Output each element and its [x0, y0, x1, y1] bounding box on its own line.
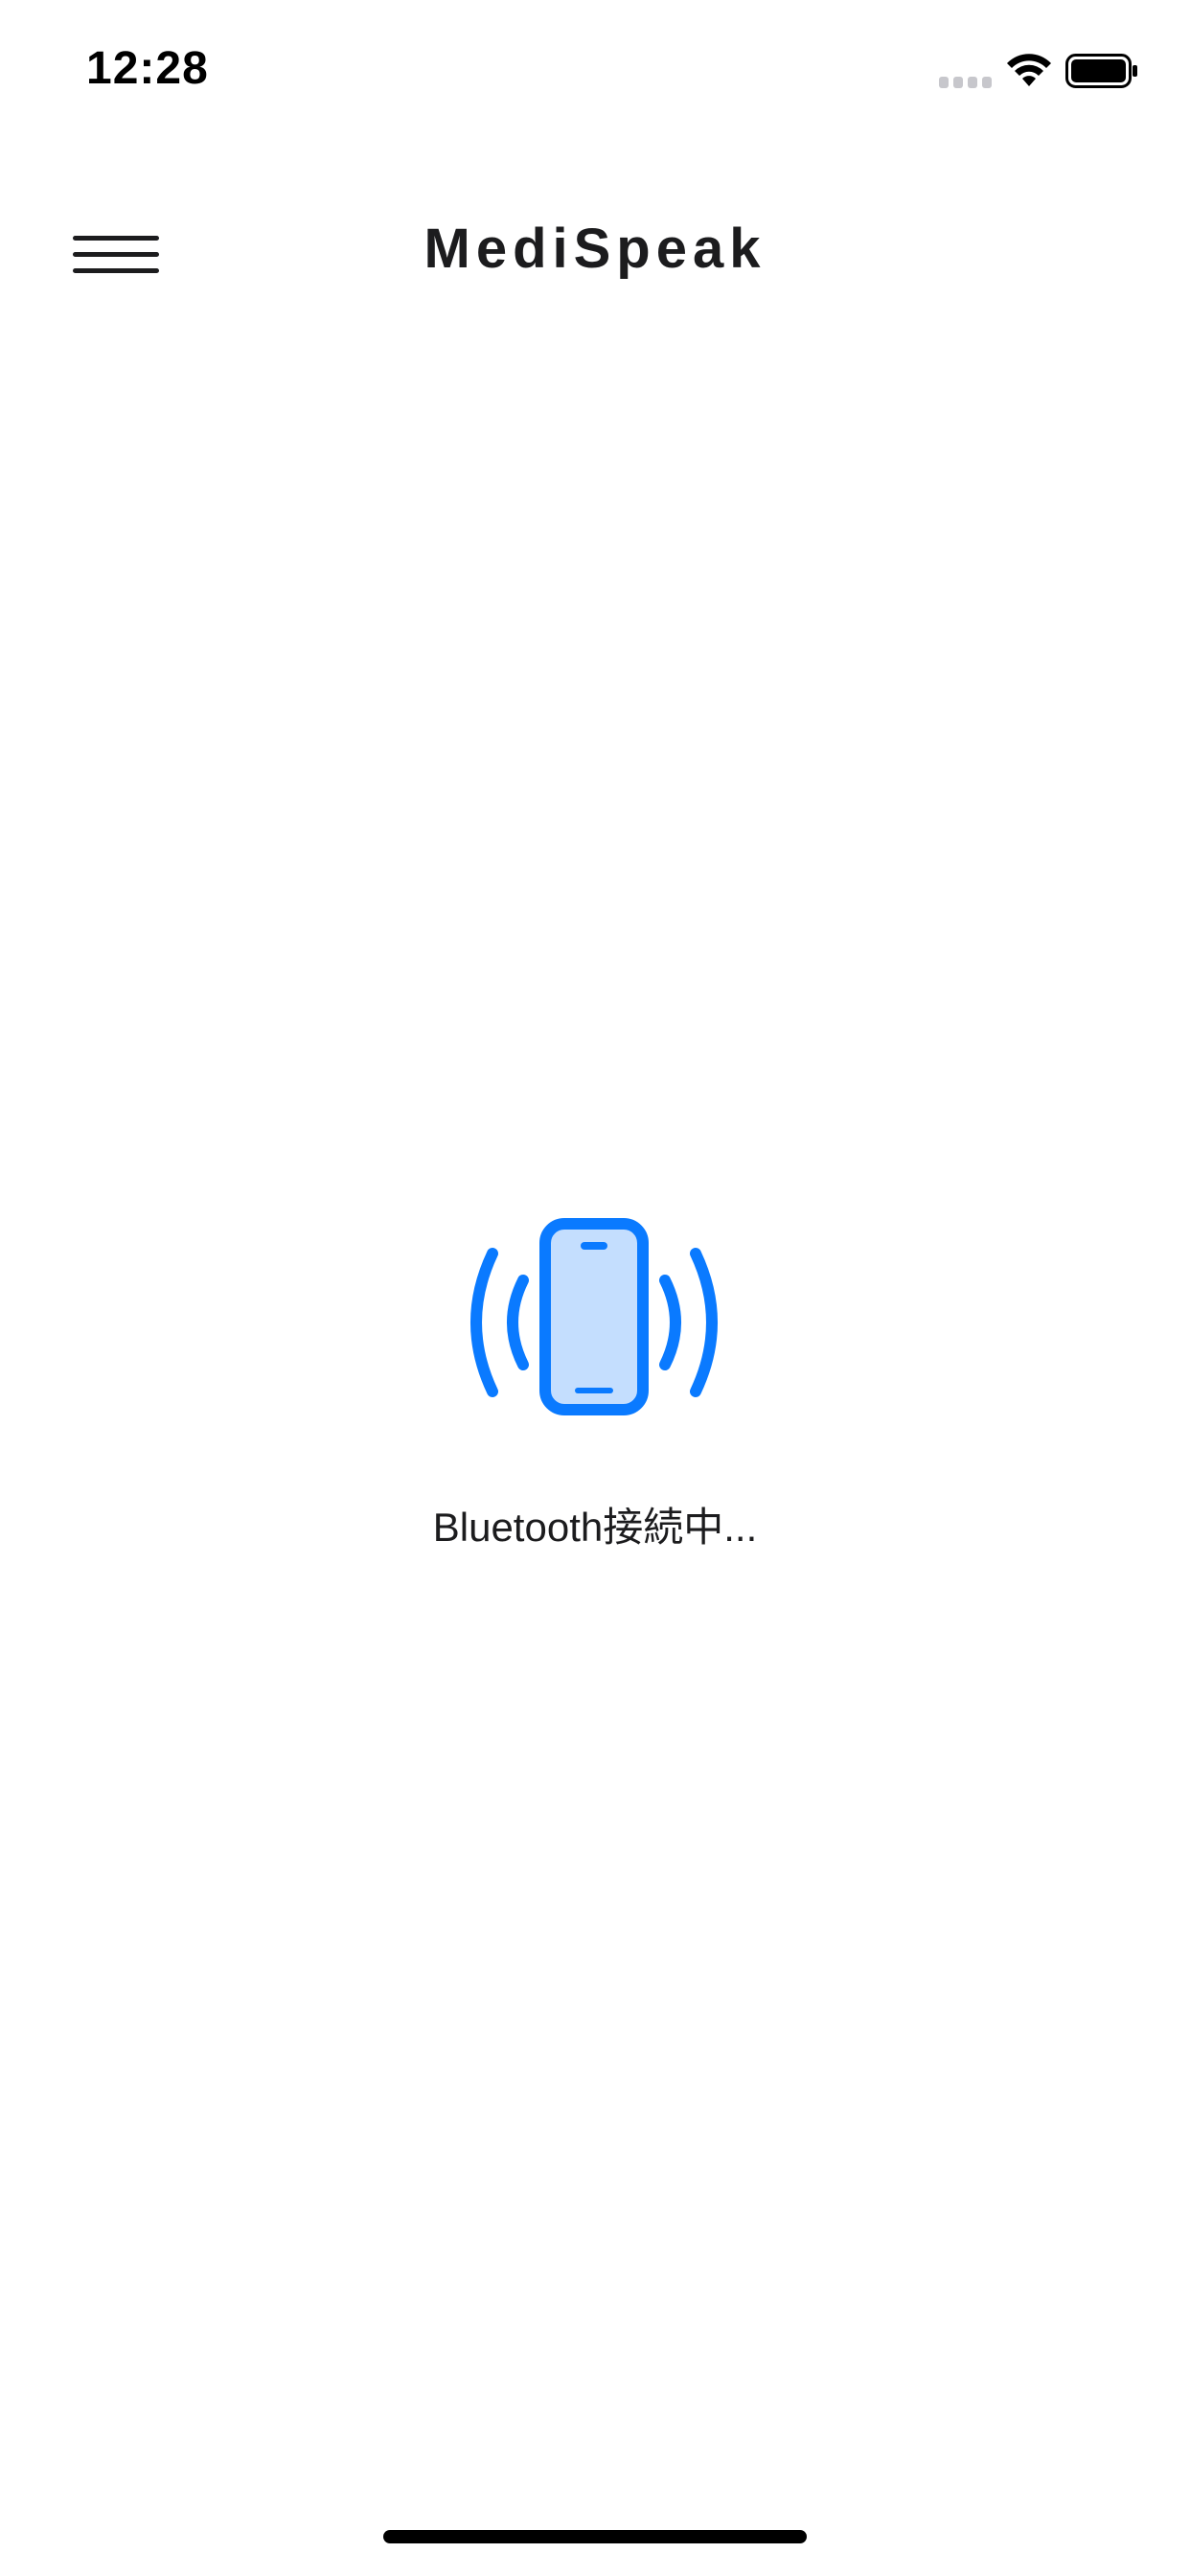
wifi-icon	[1007, 54, 1051, 86]
status-time: 12:28	[86, 43, 209, 94]
phone-vibrate-icon	[470, 1218, 718, 1415]
bluetooth-connecting-panel: Bluetooth接続中...	[0, 1198, 1190, 1600]
battery-icon	[1065, 54, 1137, 88]
connection-status-message: Bluetooth接続中...	[432, 1505, 758, 1550]
cellular-signal-icon	[939, 77, 992, 88]
app-title: MediSpeak	[423, 218, 767, 280]
status-bar: 12:28	[0, 0, 1190, 126]
navigation-bar: MediSpeak	[0, 192, 1190, 316]
home-indicator[interactable]	[383, 2530, 807, 2543]
